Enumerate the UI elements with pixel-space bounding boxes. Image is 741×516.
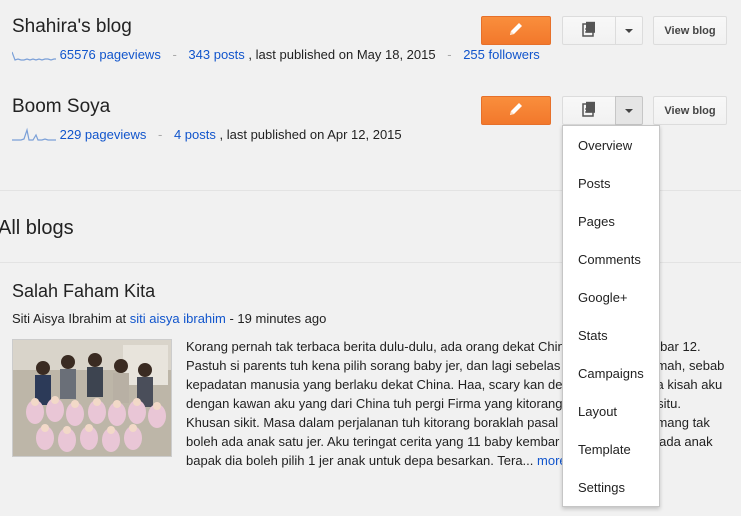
chevron-down-icon [625, 108, 633, 113]
menu-item-campaigns[interactable]: Campaigns [563, 355, 659, 393]
chevron-down-icon [625, 28, 633, 33]
menu-item-layout[interactable]: Layout [563, 393, 659, 431]
document-list-icon [581, 21, 597, 40]
blog-title[interactable]: Shahira's blog [12, 16, 132, 38]
posts-link[interactable]: 343 posts [188, 47, 244, 62]
post-author: Siti Aisya Ibrahim [12, 311, 112, 326]
post-blog-link[interactable]: siti aisya ibrahim [130, 311, 226, 326]
post-at-text: at [111, 311, 130, 326]
menu-item-comments[interactable]: Comments [563, 241, 659, 279]
menu-item-google[interactable]: Google+ [563, 279, 659, 317]
post-thumbnail[interactable] [12, 339, 172, 457]
blog-title[interactable]: Boom Soya [12, 96, 110, 118]
menu-item-overview[interactable]: Overview [563, 127, 659, 165]
blog-stats: 65576 pageviews - 343 posts , last publi… [11, 46, 540, 63]
blog-stats: 229 pageviews - 4 posts , last published… [12, 126, 402, 142]
section-heading: All blogs [0, 217, 74, 239]
view-blog-button[interactable]: View blog [653, 96, 727, 125]
new-post-button[interactable] [481, 96, 551, 125]
menu-item-template[interactable]: Template [563, 431, 659, 469]
pencil-icon [507, 20, 525, 41]
view-blog-button[interactable]: View blog [653, 16, 727, 45]
menu-item-settings[interactable]: Settings [563, 469, 659, 507]
separator: - [172, 47, 177, 63]
posts-link[interactable]: 4 posts [174, 127, 216, 142]
pageviews-sparkline-icon [12, 126, 56, 143]
separator: - [447, 47, 452, 63]
new-post-button[interactable] [481, 16, 551, 45]
blog-menu-dropdown[interactable] [615, 96, 643, 125]
last-published-text: , last published on May 18, 2015 [248, 47, 436, 63]
post-time: - 19 minutes ago [225, 311, 327, 326]
pageviews-link[interactable]: 229 pageviews [60, 127, 147, 142]
pageviews-sparkline-icon [11, 46, 56, 63]
separator: - [157, 127, 163, 143]
pencil-icon [507, 100, 525, 121]
menu-item-pages[interactable]: Pages [563, 203, 659, 241]
document-list-icon [581, 101, 597, 120]
posts-list-button[interactable] [562, 96, 616, 125]
blog-row: Shahira's blog 65576 pageviews - 343 pos… [0, 0, 741, 81]
blog-dropdown-menu: Overview Posts Pages Comments Google+ Stats Ca… [562, 125, 660, 507]
menu-item-posts[interactable]: Posts [563, 165, 659, 203]
post-meta: Siti Aisya Ibrahim at siti aisya ibrahim… [12, 311, 326, 326]
posts-list-button[interactable] [562, 16, 616, 45]
blog-menu-dropdown[interactable] [615, 16, 643, 45]
last-published-text: , last published on Apr 12, 2015 [219, 127, 402, 143]
menu-item-stats[interactable]: Stats [563, 317, 659, 355]
pageviews-link[interactable]: 65576 pageviews [60, 47, 161, 62]
followers-link[interactable]: 255 followers [463, 47, 540, 62]
post-title[interactable]: Salah Faham Kita [12, 281, 155, 302]
